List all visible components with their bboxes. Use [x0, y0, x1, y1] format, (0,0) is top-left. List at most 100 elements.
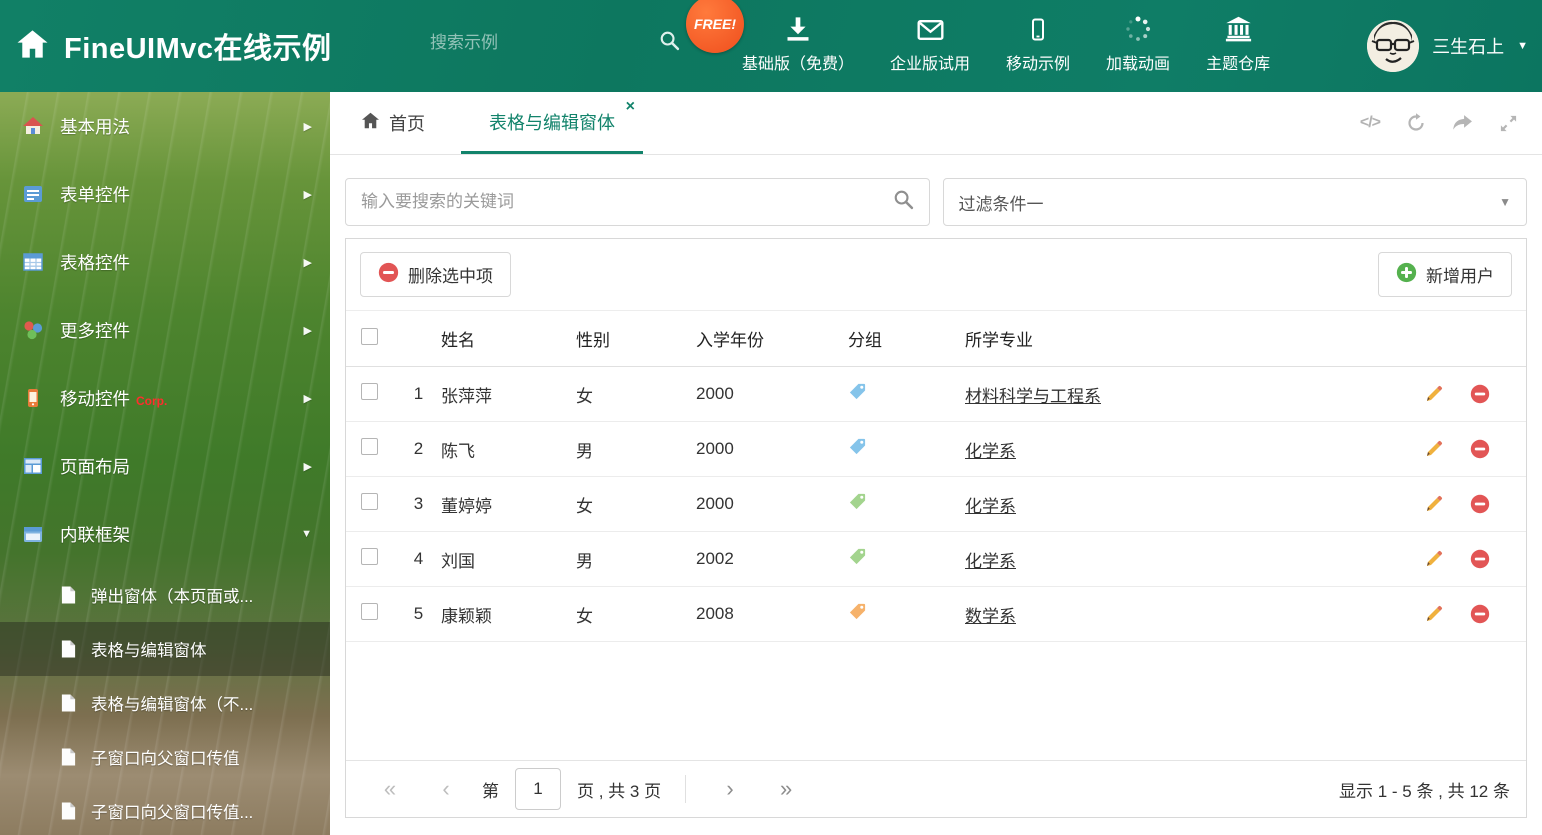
edit-icon[interactable]	[1424, 549, 1444, 569]
divider	[685, 775, 687, 803]
header-search-input[interactable]	[430, 33, 651, 53]
user-area[interactable]: 三生石上 ▼	[1367, 0, 1528, 92]
nav-item-enterprise-trial[interactable]: 企业版试用	[890, 11, 970, 74]
record-summary: 显示 1 - 5 条 , 共 12 条	[1339, 781, 1510, 801]
delete-icon[interactable]	[1470, 384, 1490, 404]
edit-icon[interactable]	[1424, 384, 1444, 404]
chevron-right-icon: ▶	[303, 324, 312, 337]
major-link[interactable]: 化学系	[965, 497, 1016, 516]
col-year[interactable]: 入学年份	[696, 326, 848, 351]
sidebar-subitem-child-to-parent[interactable]: 子窗口向父窗口传值	[0, 730, 330, 784]
col-major[interactable]: 所学专业	[965, 326, 1416, 351]
sidebar-subitem-popup-window[interactable]: 弹出窗体（本页面或...	[0, 568, 330, 622]
expand-icon[interactable]	[1499, 114, 1518, 133]
sidebar-menu: 基本用法 ▶ 表单控件 ▶ 表格控件 ▶ 更多控件 ▶ 移动控件 Corp. ▶…	[0, 92, 330, 835]
tab-home[interactable]: 首页	[345, 92, 441, 154]
frame-icon	[22, 523, 44, 545]
nav-item-basic-edition[interactable]: 基础版（免费）	[742, 11, 854, 74]
row-checkbox[interactable]	[361, 493, 378, 510]
share-icon[interactable]	[1452, 114, 1473, 132]
sidebar-item-label: 表格控件	[60, 252, 130, 273]
sidebar-item-more-controls[interactable]: 更多控件 ▶	[0, 296, 330, 364]
row-number: 5	[413, 604, 424, 623]
tab-grid-edit-window[interactable]: 表格与编辑窗体 ×	[461, 92, 643, 154]
search-icon[interactable]	[893, 189, 914, 215]
plus-circle-icon	[1396, 262, 1417, 288]
page-icon	[60, 585, 77, 605]
page-icon	[60, 747, 77, 767]
close-icon[interactable]: ×	[626, 99, 635, 115]
row-checkbox[interactable]	[361, 438, 378, 455]
cell-gender: 女	[576, 496, 593, 516]
row-checkbox[interactable]	[361, 548, 378, 565]
sidebar-subitem-child-to-parent-2[interactable]: 子窗口向父窗口传值...	[0, 784, 330, 835]
sidebar-subitem-grid-edit-window[interactable]: 表格与编辑窗体	[0, 622, 330, 676]
edit-icon[interactable]	[1424, 604, 1444, 624]
sidebar: 基本用法 ▶ 表单控件 ▶ 表格控件 ▶ 更多控件 ▶ 移动控件 Corp. ▶…	[0, 92, 330, 835]
add-user-button[interactable]: 新增用户	[1378, 252, 1512, 297]
sidebar-item-grid-controls[interactable]: 表格控件 ▶	[0, 228, 330, 296]
refresh-icon[interactable]	[1406, 113, 1426, 133]
cell-name: 刘国	[441, 551, 475, 571]
sidebar-item-page-layout[interactable]: 页面布局 ▶	[0, 432, 330, 500]
sidebar-item-label: 弹出窗体（本页面或...	[91, 588, 254, 606]
tag-icon	[848, 547, 867, 566]
sidebar-item-form-controls[interactable]: 表单控件 ▶	[0, 160, 330, 228]
major-link[interactable]: 化学系	[965, 552, 1016, 571]
sidebar-item-mobile-controls[interactable]: 移动控件 Corp. ▶	[0, 364, 330, 432]
last-page-button[interactable]: »	[758, 778, 814, 800]
sidebar-subitem-grid-edit-window-2[interactable]: 表格与编辑窗体（不...	[0, 676, 330, 730]
delete-selected-button[interactable]: 删除选中项	[360, 252, 511, 297]
row-checkbox[interactable]	[361, 383, 378, 400]
edit-icon[interactable]	[1424, 494, 1444, 514]
next-page-button[interactable]: ›	[702, 778, 758, 800]
nav-item-theme-repo[interactable]: 主题仓库	[1206, 11, 1270, 74]
prev-page-button[interactable]: ‹	[418, 778, 474, 800]
main-content: 首页 表格与编辑窗体 × </> 过滤条件一 ▼	[330, 92, 1542, 835]
layout-icon	[22, 455, 44, 477]
row-checkbox[interactable]	[361, 603, 378, 620]
delete-icon[interactable]	[1470, 604, 1490, 624]
major-link[interactable]: 材料科学与工程系	[965, 387, 1101, 406]
first-page-button[interactable]: «	[362, 778, 418, 800]
chevron-right-icon: ▶	[303, 188, 312, 201]
keyword-input[interactable]	[361, 192, 893, 212]
cell-name: 董婷婷	[441, 496, 492, 516]
code-icon[interactable]: </>	[1360, 114, 1381, 132]
nav-item-loading-animation[interactable]: 加载动画	[1106, 11, 1170, 74]
filter-row: 过滤条件一 ▼	[330, 155, 1542, 226]
envelope-icon	[916, 11, 945, 43]
nav-item-mobile-demo[interactable]: 移动示例	[1006, 11, 1070, 74]
tag-icon	[848, 492, 867, 511]
nav-label: 基础版（免费）	[742, 56, 855, 73]
major-link[interactable]: 数学系	[965, 607, 1016, 626]
delete-icon[interactable]	[1470, 494, 1490, 514]
home-icon[interactable]	[16, 29, 49, 64]
chevron-right-icon: ▶	[303, 120, 312, 133]
major-link[interactable]: 化学系	[965, 442, 1016, 461]
col-group[interactable]: 分组	[848, 326, 965, 351]
sidebar-item-basic-usage[interactable]: 基本用法 ▶	[0, 92, 330, 160]
filter-dropdown[interactable]: 过滤条件一 ▼	[942, 178, 1527, 226]
sidebar-item-inline-frame[interactable]: 内联框架 ▼	[0, 500, 330, 568]
chevron-down-icon: ▼	[1517, 40, 1528, 52]
brand: FineUIMvc在线示例	[16, 0, 332, 92]
col-name[interactable]: 姓名	[441, 326, 576, 351]
avatar[interactable]	[1367, 20, 1420, 72]
page-number-input[interactable]	[515, 768, 561, 810]
col-gender[interactable]: 性别	[576, 326, 696, 351]
table-row: 4 刘国 男 2002 化学系	[346, 532, 1526, 587]
edit-icon[interactable]	[1424, 439, 1444, 459]
search-icon[interactable]	[659, 30, 680, 56]
sidebar-item-label: 页面布局	[60, 456, 130, 477]
page-icon	[60, 801, 77, 821]
delete-icon[interactable]	[1470, 439, 1490, 459]
tab-label: 表格与编辑窗体	[489, 112, 615, 133]
mobile-icon	[22, 387, 44, 409]
delete-icon[interactable]	[1470, 549, 1490, 569]
sidebar-item-label: 子窗口向父窗口传值	[91, 750, 240, 768]
corp-badge: Corp.	[136, 394, 168, 408]
chevron-down-icon: ▼	[1499, 195, 1511, 209]
page-icon	[60, 639, 77, 659]
select-all-checkbox[interactable]	[361, 327, 378, 345]
